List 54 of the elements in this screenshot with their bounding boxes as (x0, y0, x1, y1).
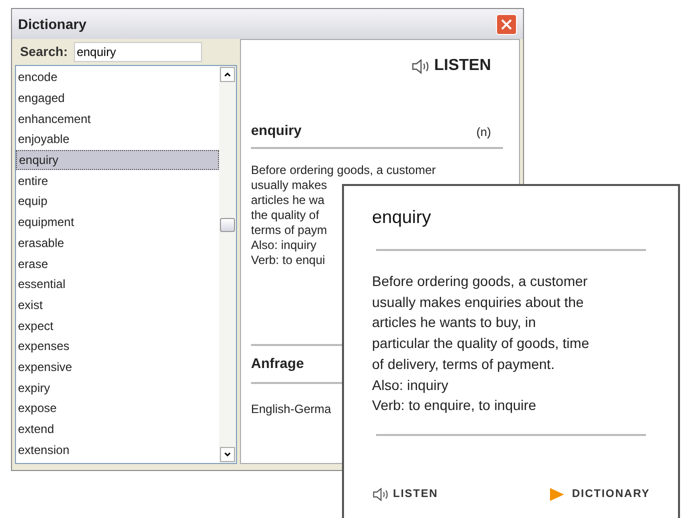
caret-down-icon (224, 452, 231, 457)
definition-line: Verb: to enqui (251, 253, 326, 268)
popup-definition-line: of delivery, terms of payment. (372, 354, 555, 374)
definition-line: terms of paym (251, 223, 328, 238)
popup-definition-line: particular the quality of goods, time (372, 334, 590, 354)
word-list-item[interactable]: enhancement (16, 108, 219, 130)
close-button[interactable] (496, 14, 517, 34)
definition-line: Also: inquiry (251, 238, 316, 253)
speaker-icon (372, 486, 390, 502)
part-of-speech: (n) (476, 124, 491, 141)
word-list-item[interactable]: expiry (16, 377, 219, 398)
close-icon (501, 18, 512, 30)
word-list-item[interactable]: expect (16, 315, 219, 336)
word-list-item[interactable]: erase (16, 253, 219, 274)
play-icon (550, 488, 564, 501)
word-list-item[interactable]: expose (16, 398, 219, 419)
word-list-item[interactable]: exist (16, 294, 219, 316)
headword: enquiry (251, 121, 302, 140)
scroll-up-button[interactable] (220, 67, 235, 82)
word-list-item[interactable]: encode (16, 67, 219, 88)
definition-line: the quality of (251, 208, 320, 223)
popup-definition-line: Before ordering goods, a customer (372, 272, 588, 291)
scroll-thumb[interactable] (220, 218, 235, 232)
definition-line: usually makes (251, 178, 328, 193)
popup-definition-line: Verb: to enquire, to inquire (372, 396, 536, 416)
definition-line: Before ordering goods, a customer (251, 163, 436, 178)
popup-definition-line: usually makes enquiries about the (372, 292, 584, 312)
translation: Anfrage (251, 355, 304, 371)
scroll-down-button[interactable] (220, 447, 235, 462)
popup-definition-line: Also: inquiry (372, 376, 448, 395)
word-list-item[interactable]: erasable (16, 232, 219, 254)
definition-line: articles he wa (251, 193, 324, 208)
word-list-item[interactable]: expensive (16, 356, 219, 378)
word-list-item[interactable]: extend (16, 418, 219, 440)
speaker-icon (411, 58, 432, 74)
word-list-item[interactable]: extension (16, 439, 219, 460)
popup-headword: enquiry (372, 206, 432, 229)
word-list-item[interactable]: essential (16, 274, 219, 295)
word-list-item[interactable]: expenses (16, 336, 219, 357)
popup-listen-link[interactable]: LISTEN (393, 486, 438, 502)
word-list-item[interactable]: enjoyable (16, 129, 219, 150)
dictionary-link[interactable]: DICTIONARY (572, 486, 650, 502)
caret-up-icon (224, 72, 231, 77)
search-field[interactable]: enquiry (74, 42, 202, 62)
language-pair: English-Germa (251, 401, 332, 418)
word-list-item[interactable]: enquiry (16, 150, 219, 170)
word-list-item[interactable]: equipment (16, 212, 219, 232)
popup-definition-line: articles he wants to buy, in (372, 313, 536, 332)
listen-link[interactable]: LISTEN (434, 54, 491, 78)
word-list-item[interactable]: equip (16, 191, 219, 212)
search-label: Search: (20, 43, 68, 62)
word-list-item[interactable]: entire (16, 170, 219, 192)
word-list-item[interactable]: engaged (16, 88, 219, 108)
window-title: Dictionary (18, 14, 86, 34)
